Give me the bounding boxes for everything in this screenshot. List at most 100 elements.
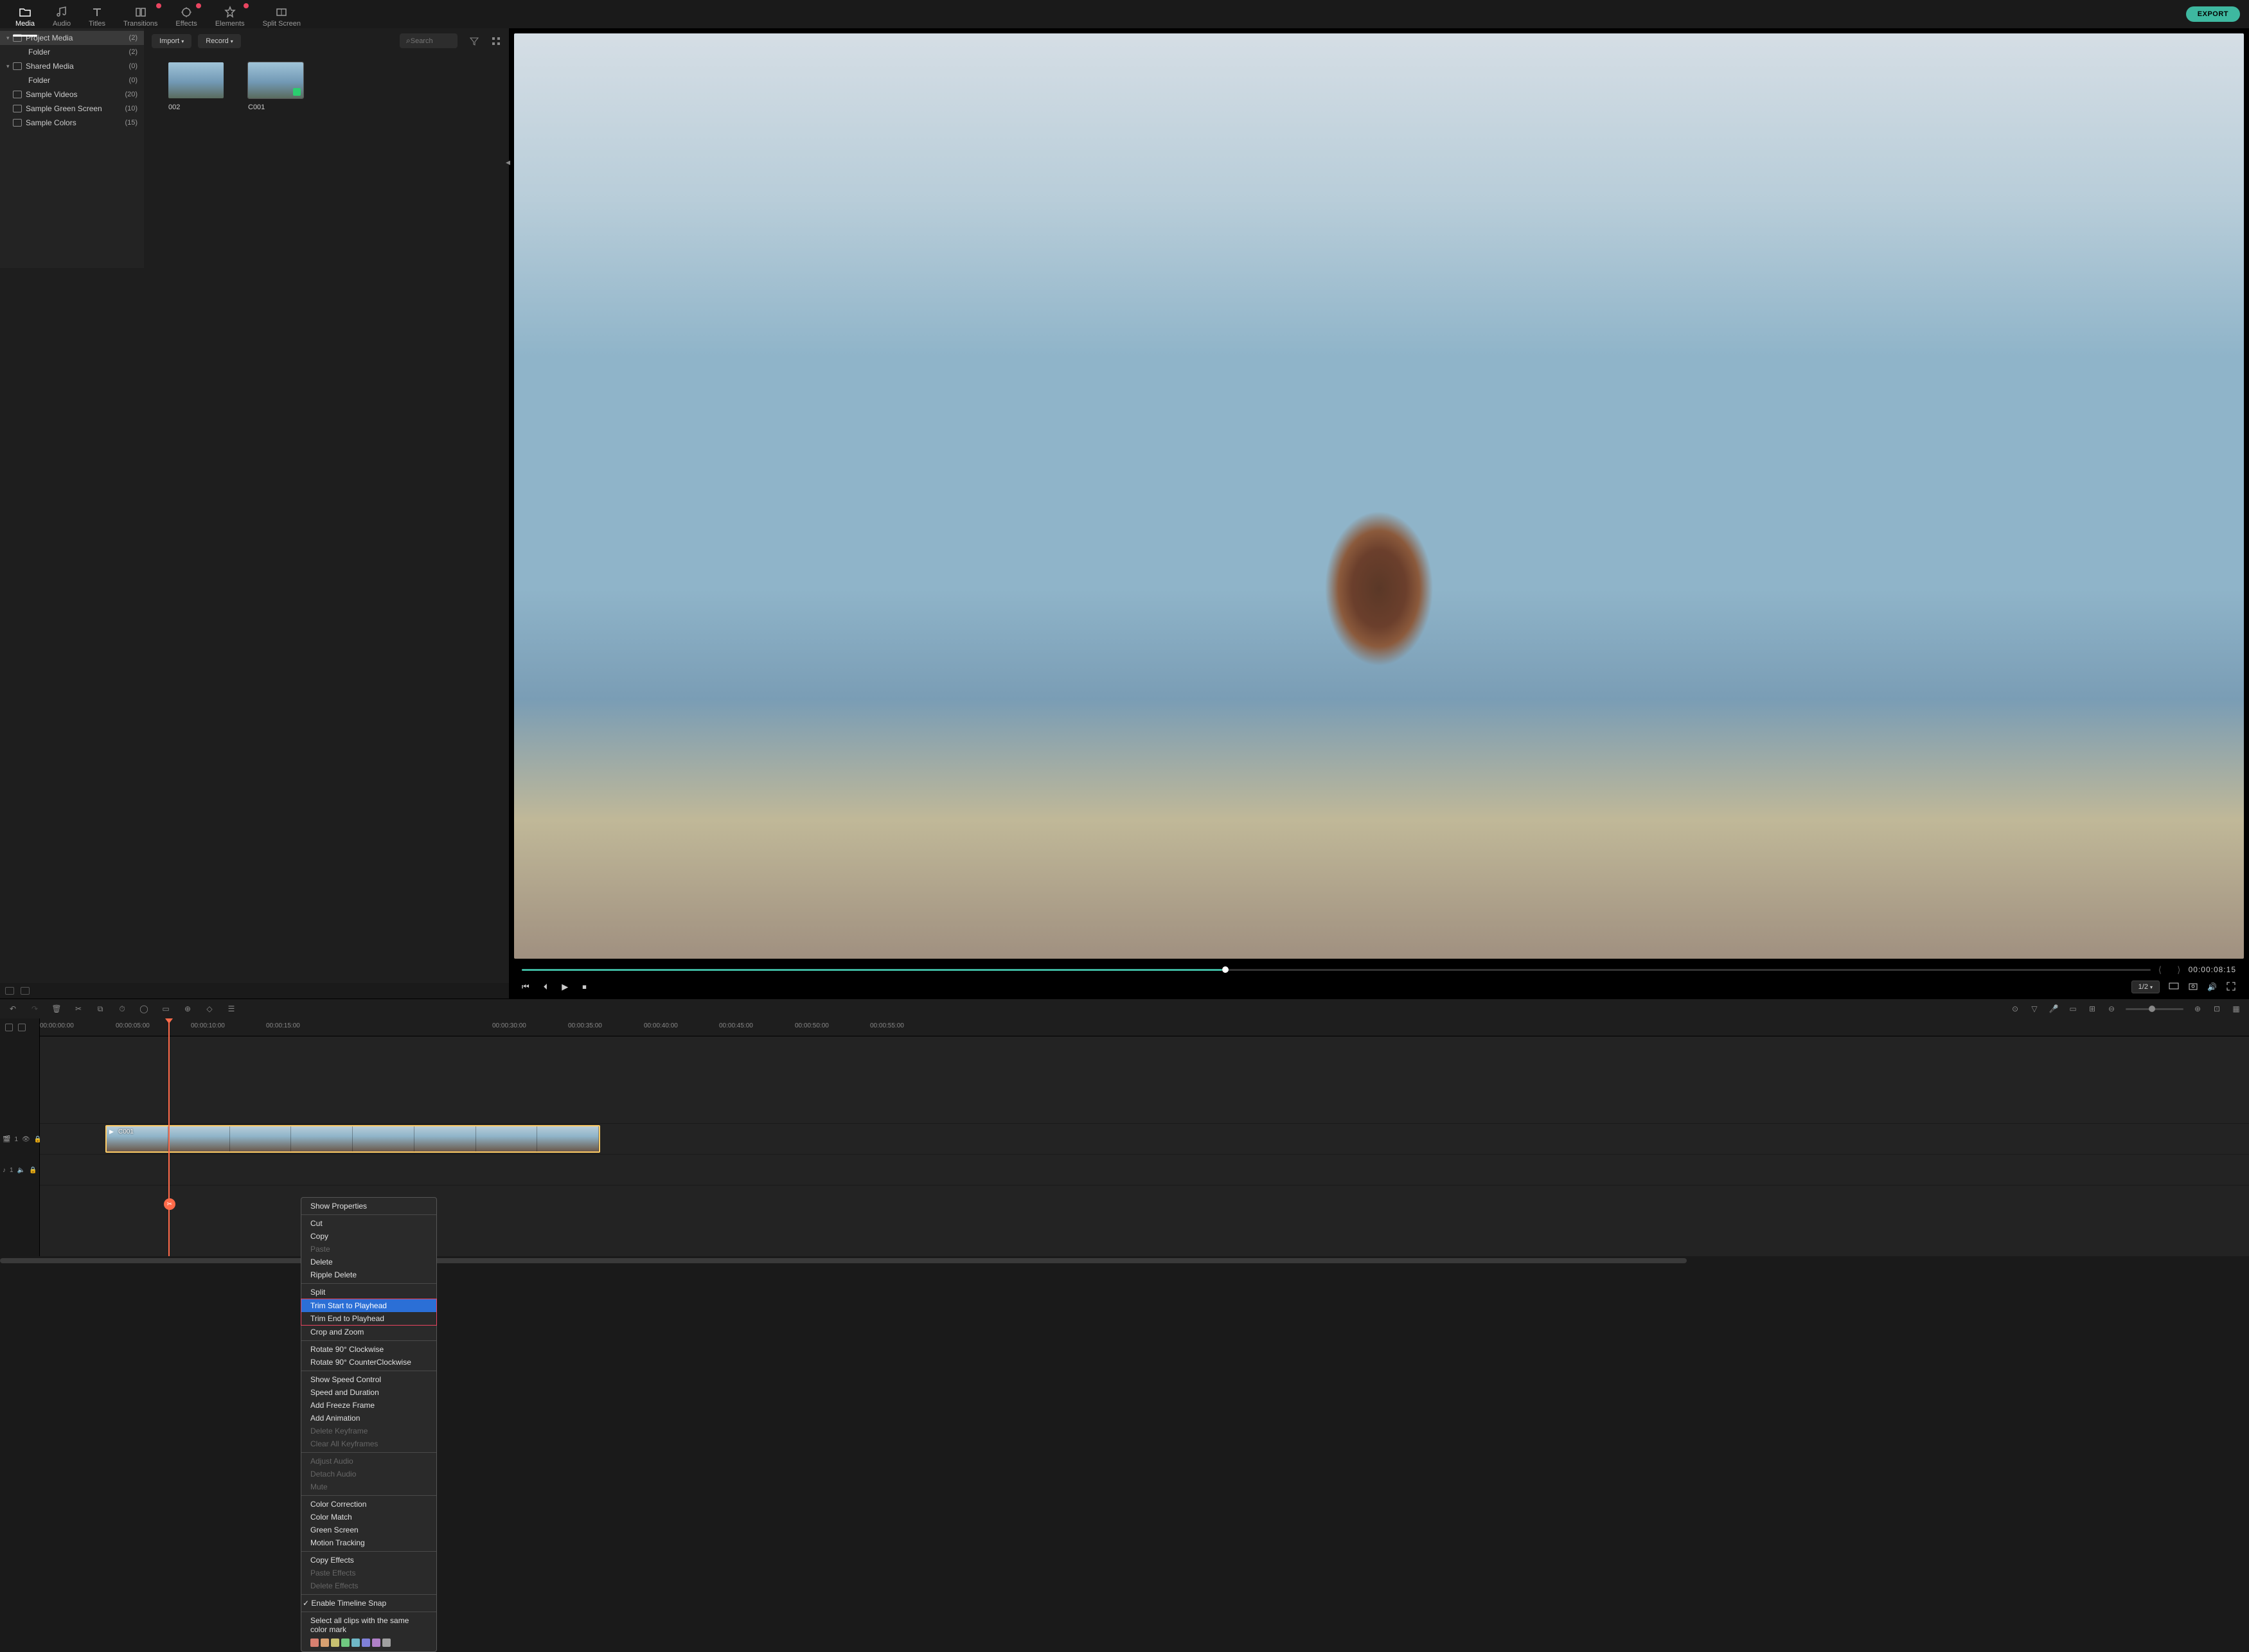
skip-back-icon[interactable]: ⏮ — [522, 982, 529, 992]
render-icon[interactable]: ▭ — [2068, 1004, 2078, 1014]
stop-icon[interactable]: ⏹ — [582, 982, 587, 992]
search-field[interactable] — [411, 37, 449, 45]
ctx-trim-start[interactable]: Trim Start to Playhead — [301, 1299, 436, 1312]
preview-scrubber[interactable] — [522, 969, 2151, 971]
ctx-copy-effects[interactable]: Copy Effects — [301, 1554, 436, 1567]
new-folder-icon[interactable] — [5, 987, 14, 995]
green-screen-icon[interactable]: ▭ — [161, 1004, 171, 1014]
lock-icon[interactable]: 🔒 — [29, 1167, 35, 1173]
record-button[interactable]: Record ▾ — [198, 34, 241, 48]
audio-track-header[interactable]: ♪1 🔈 🔒 — [0, 1155, 39, 1186]
ctx-select-by-color[interactable]: Select all clips with the same color mar… — [301, 1614, 436, 1636]
delete-folder-icon[interactable] — [21, 987, 30, 995]
undo-icon[interactable]: ↶ — [8, 1004, 18, 1014]
color-swatch[interactable] — [321, 1639, 329, 1647]
ctx-motion-tracking[interactable]: Motion Tracking — [301, 1536, 436, 1549]
ctx-adjust-audio[interactable]: Adjust Audio — [301, 1455, 436, 1468]
collapse-handle-icon[interactable]: ◂ — [506, 157, 510, 168]
ctx-detach-audio[interactable]: Detach Audio — [301, 1468, 436, 1480]
color-icon[interactable]: ◯ — [139, 1004, 149, 1014]
color-swatch[interactable] — [362, 1639, 370, 1647]
grid-view-icon[interactable] — [491, 36, 501, 46]
ctx-freeze-frame[interactable]: Add Freeze Frame — [301, 1399, 436, 1412]
visibility-icon[interactable]: 👁 — [22, 1136, 30, 1143]
ctx-paste-effects[interactable]: Paste Effects — [301, 1567, 436, 1579]
zoom-slider[interactable] — [2126, 1008, 2183, 1010]
audio-track[interactable] — [40, 1155, 2249, 1186]
color-swatch[interactable] — [372, 1639, 380, 1647]
tree-item[interactable]: ▾ Shared Media(0) — [0, 59, 144, 73]
ctx-color-correction[interactable]: Color Correction — [301, 1498, 436, 1511]
ctx-clear-keyframes[interactable]: Clear All Keyframes — [301, 1437, 436, 1450]
tree-item[interactable]: Sample Colors(15) — [0, 116, 144, 130]
preview-viewport[interactable] — [514, 33, 2244, 959]
tab-transitions[interactable]: Transitions — [114, 2, 166, 31]
keyframe-icon[interactable]: ◇ — [204, 1004, 215, 1014]
prev-range-icon[interactable]: ⟨ — [2151, 964, 2169, 975]
tree-item[interactable]: Folder(2) — [0, 45, 144, 59]
tab-split-screen[interactable]: Split Screen — [254, 2, 310, 31]
crop-icon[interactable]: ⧉ — [95, 1004, 105, 1014]
split-icon[interactable]: ✂ — [73, 1004, 84, 1014]
ctx-delete-effects[interactable]: Delete Effects — [301, 1579, 436, 1592]
tab-audio[interactable]: Audio — [44, 2, 80, 31]
step-back-icon[interactable]: ⏴ — [544, 982, 548, 992]
mixer-icon[interactable]: ⊙ — [2010, 1004, 2020, 1014]
ctx-ripple-delete[interactable]: Ripple Delete — [301, 1268, 436, 1281]
zoom-fit-icon[interactable]: ⊡ — [2212, 1004, 2222, 1014]
color-swatch[interactable] — [341, 1639, 350, 1647]
tree-item[interactable]: Sample Videos(20) — [0, 87, 144, 102]
filter-icon[interactable] — [469, 36, 479, 46]
tree-item[interactable]: Folder(0) — [0, 73, 144, 87]
ctx-speed-control[interactable]: Show Speed Control — [301, 1373, 436, 1386]
video-track-header[interactable]: 🎬1 👁 🔒 — [0, 1124, 39, 1155]
ctx-timeline-snap[interactable]: Enable Timeline Snap — [301, 1597, 436, 1610]
track-link-icon[interactable] — [18, 1024, 26, 1031]
ctx-paste[interactable]: Paste — [301, 1243, 436, 1256]
tab-media[interactable]: Media — [6, 2, 44, 31]
video-track[interactable]: ▶ C001 — [40, 1124, 2249, 1155]
volume-icon[interactable]: 🔊 — [2207, 982, 2217, 991]
ctx-green-screen[interactable]: Green Screen — [301, 1523, 436, 1536]
color-swatch[interactable] — [331, 1639, 339, 1647]
preview-quality-select[interactable]: 1/2 ▾ — [2131, 981, 2160, 993]
zoom-in-icon[interactable]: ⊕ — [2192, 1004, 2203, 1014]
ctx-rotate-ccw[interactable]: Rotate 90° CounterClockwise — [301, 1356, 436, 1369]
ctx-trim-end[interactable]: Trim End to Playhead — [301, 1312, 436, 1325]
color-swatch[interactable] — [310, 1639, 319, 1647]
tab-titles[interactable]: Titles — [80, 2, 114, 31]
media-thumbnail[interactable]: C001 — [248, 62, 303, 111]
ctx-speed-duration[interactable]: Speed and Duration — [301, 1386, 436, 1399]
view-mode-icon[interactable]: ▦ — [2231, 1004, 2241, 1014]
media-thumbnail[interactable]: 002 — [168, 62, 224, 111]
settings-icon[interactable]: ☰ — [226, 1004, 236, 1014]
fullscreen-icon[interactable] — [2226, 981, 2236, 993]
playhead[interactable] — [168, 1018, 170, 1256]
ctx-show-properties[interactable]: Show Properties — [301, 1200, 436, 1212]
track-settings-icon[interactable] — [5, 1024, 13, 1031]
scrub-knob[interactable] — [1222, 966, 1229, 973]
ctx-delete[interactable]: Delete — [301, 1256, 436, 1268]
timeline-ruler[interactable]: 00:00:00:0000:00:05:0000:00:10:0000:00:1… — [40, 1018, 2249, 1036]
tab-elements[interactable]: Elements — [206, 2, 254, 31]
ctx-copy[interactable]: Copy — [301, 1230, 436, 1243]
import-button[interactable]: Import ▾ — [152, 34, 191, 48]
delete-icon[interactable]: 🗑 — [51, 1004, 62, 1014]
zoom-out-icon[interactable]: ⊖ — [2106, 1004, 2117, 1014]
voice-icon[interactable]: 🎤 — [2049, 1004, 2059, 1014]
color-swatch[interactable] — [351, 1639, 360, 1647]
ctx-mute[interactable]: Mute — [301, 1480, 436, 1493]
track-motion-icon[interactable]: ⊕ — [182, 1004, 193, 1014]
speed-icon[interactable]: ⏱ — [117, 1004, 127, 1014]
snapshot-icon[interactable] — [2188, 981, 2198, 993]
empty-track-area[interactable] — [40, 1036, 2249, 1124]
marker-icon[interactable]: ▽ — [2029, 1004, 2040, 1014]
ctx-rotate-cw[interactable]: Rotate 90° Clockwise — [301, 1343, 436, 1356]
tree-item[interactable]: Sample Green Screen(10) — [0, 102, 144, 116]
ctx-color-match[interactable]: Color Match — [301, 1511, 436, 1523]
ctx-cut[interactable]: Cut — [301, 1217, 436, 1230]
export-button[interactable]: EXPORT — [2186, 6, 2240, 22]
play-icon[interactable]: ▶ — [562, 982, 568, 992]
next-range-icon[interactable]: ⟩ — [2169, 964, 2188, 975]
display-icon[interactable] — [2169, 981, 2179, 993]
